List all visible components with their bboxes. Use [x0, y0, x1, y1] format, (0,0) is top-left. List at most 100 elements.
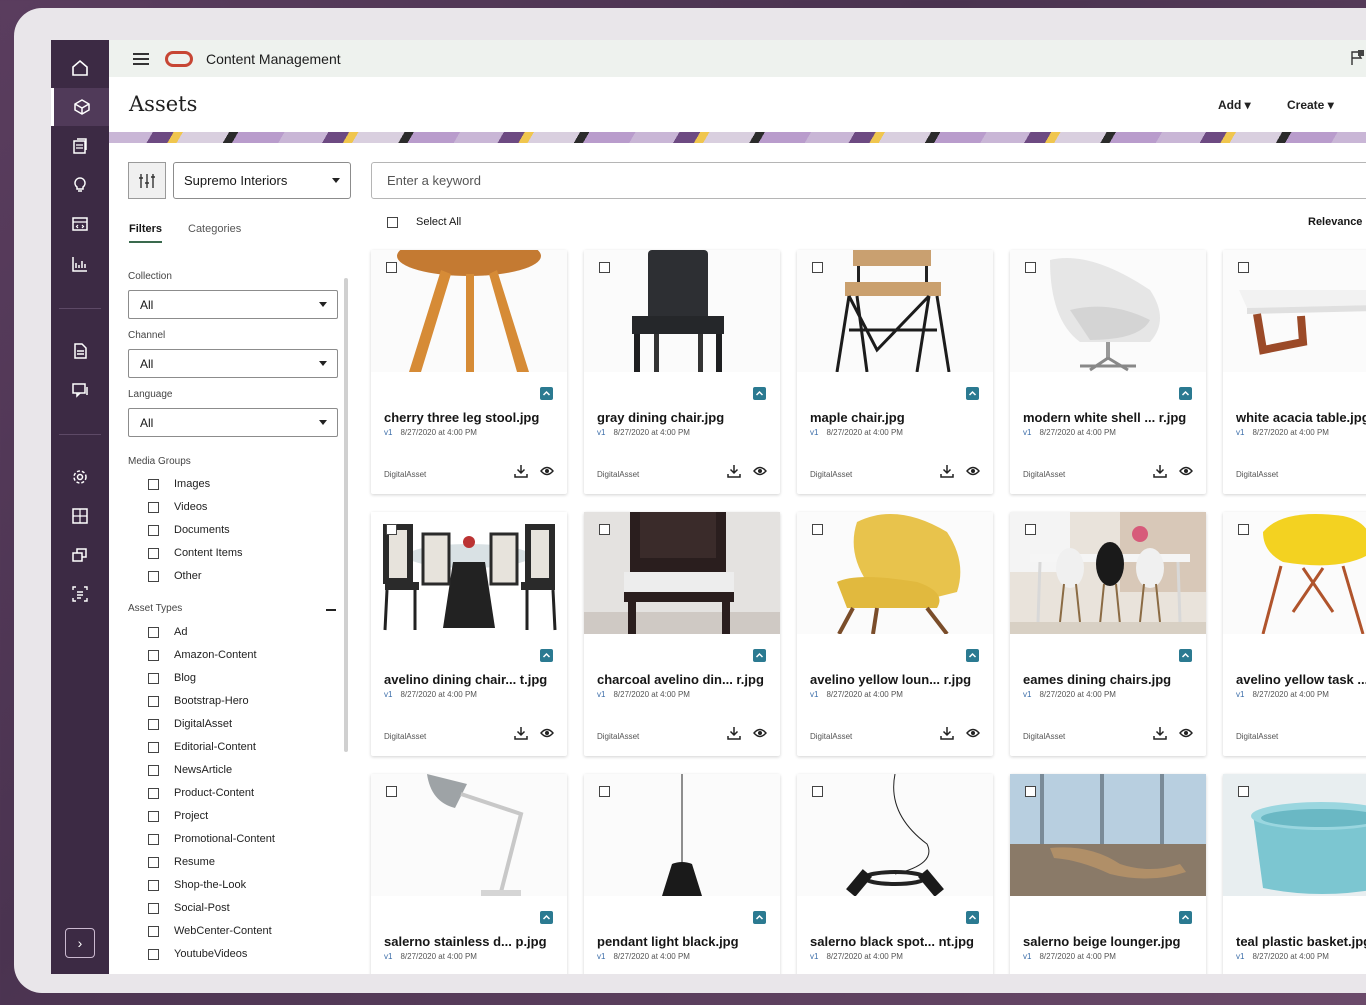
asset-checkbox[interactable]	[812, 262, 823, 273]
asset-card[interactable]: cherry three leg stool.jpg v1 8/27/2020 at…	[371, 250, 567, 494]
download-icon[interactable]	[1153, 464, 1167, 478]
asset-checkbox[interactable]	[1238, 262, 1249, 273]
asset-checkbox[interactable]	[386, 786, 397, 797]
channel-select[interactable]: All	[128, 349, 338, 378]
select-all-checkbox[interactable]	[387, 216, 398, 228]
asset-thumbnail[interactable]	[797, 512, 993, 634]
asset-card[interactable]: avelino yellow loun... r.jpg v1 8/27/2020 …	[797, 512, 993, 756]
asset-checkbox[interactable]	[1025, 786, 1036, 797]
download-icon[interactable]	[727, 726, 741, 740]
settings-icon[interactable]	[51, 458, 109, 496]
asset-type-option[interactable]: Amazon-Content	[148, 647, 257, 663]
checkbox[interactable]	[148, 787, 159, 799]
asset-type-option[interactable]: NewsArticle	[148, 762, 232, 778]
repository-select[interactable]: Supremo Interiors	[173, 162, 351, 199]
asset-type-option[interactable]: Resume	[148, 854, 215, 870]
select-all[interactable]: Select All	[387, 216, 461, 228]
asset-checkbox[interactable]	[386, 262, 397, 273]
download-icon[interactable]	[514, 726, 528, 740]
asset-thumbnail[interactable]	[797, 774, 993, 896]
analytics-icon[interactable]	[51, 245, 109, 283]
asset-type-option[interactable]: Bootstrap-Hero	[148, 693, 249, 709]
asset-name[interactable]: white acacia table.jpg	[1236, 410, 1366, 425]
asset-card[interactable]: pendant light black.jpg v1 8/27/2020 at 4:…	[584, 774, 780, 974]
media-group-option[interactable]: Videos	[148, 499, 207, 515]
assets-icon[interactable]	[51, 88, 109, 126]
checkbox[interactable]	[148, 570, 159, 582]
checkbox[interactable]	[148, 764, 159, 776]
checkbox[interactable]	[148, 524, 159, 536]
home-icon[interactable]	[51, 49, 109, 87]
asset-card[interactable]: salerno beige lounger.jpg v1 8/27/2020 at …	[1010, 774, 1206, 974]
media-group-option[interactable]: Content Items	[148, 545, 242, 561]
keyword-search-input[interactable]: Enter a keyword	[371, 162, 1366, 199]
asset-checkbox[interactable]	[599, 786, 610, 797]
download-icon[interactable]	[940, 726, 954, 740]
asset-card[interactable]: avelino dining chair... t.jpg v1 8/27/2020…	[371, 512, 567, 756]
checkbox[interactable]	[148, 856, 159, 868]
asset-type-option[interactable]: Shop-the-Look	[148, 877, 246, 893]
asset-card[interactable]: eames dining chairs.jpg v1 8/27/2020 at 4:…	[1010, 512, 1206, 756]
collection-select[interactable]: All	[128, 290, 338, 319]
asset-card[interactable]: salerno black spot... nt.jpg v1 8/27/2020 …	[797, 774, 993, 974]
checkbox[interactable]	[148, 833, 159, 845]
view-eye-icon[interactable]	[1179, 727, 1193, 739]
asset-name[interactable]: gray dining chair.jpg	[597, 410, 724, 425]
download-icon[interactable]	[940, 464, 954, 478]
checkbox[interactable]	[148, 501, 159, 513]
expand-rail-button[interactable]: ›	[65, 928, 95, 958]
asset-name[interactable]: salerno stainless d... p.jpg	[384, 934, 547, 949]
view-eye-icon[interactable]	[966, 727, 980, 739]
asset-name[interactable]: eames dining chairs.jpg	[1023, 672, 1171, 687]
asset-card[interactable]: charcoal avelino din... r.jpg v1 8/27/2020…	[584, 512, 780, 756]
asset-type-option[interactable]: WebCenter-Content	[148, 923, 272, 939]
checkbox[interactable]	[148, 948, 159, 960]
download-icon[interactable]	[514, 464, 528, 478]
asset-name[interactable]: modern white shell ... r.jpg	[1023, 410, 1186, 425]
asset-checkbox[interactable]	[1025, 262, 1036, 273]
lightbulb-icon[interactable]	[51, 166, 109, 204]
asset-card[interactable]: modern white shell ... r.jpg v1 8/27/2020 …	[1010, 250, 1206, 494]
asset-name[interactable]: avelino yellow loun... r.jpg	[810, 672, 971, 687]
notifications-flag-icon[interactable]	[1350, 50, 1364, 66]
checkbox[interactable]	[148, 879, 159, 891]
asset-name[interactable]: pendant light black.jpg	[597, 934, 739, 949]
documents-icon[interactable]	[51, 127, 109, 165]
asset-checkbox[interactable]	[386, 524, 397, 535]
collections-icon[interactable]	[51, 536, 109, 574]
media-group-option[interactable]: Documents	[148, 522, 230, 538]
checkbox[interactable]	[148, 695, 159, 707]
asset-type-option[interactable]: DigitalAsset	[148, 716, 232, 732]
filter-scrollbar[interactable]	[344, 278, 348, 752]
checkbox[interactable]	[148, 925, 159, 937]
view-eye-icon[interactable]	[753, 465, 767, 477]
asset-name[interactable]: maple chair.jpg	[810, 410, 905, 425]
sites-icon[interactable]	[51, 205, 109, 243]
asset-checkbox[interactable]	[812, 524, 823, 535]
asset-name[interactable]: avelino yellow task ...	[1236, 672, 1366, 687]
conversations-icon[interactable]	[51, 371, 109, 409]
asset-card[interactable]: avelino yellow task ... v1 8/27/2020 at 4:…	[1223, 512, 1366, 756]
asset-name[interactable]: salerno black spot... nt.jpg	[810, 934, 974, 949]
asset-name[interactable]: avelino dining chair... t.jpg	[384, 672, 547, 687]
hamburger-menu-icon[interactable]	[133, 52, 149, 65]
asset-type-option[interactable]: Product-Content	[148, 785, 254, 801]
view-eye-icon[interactable]	[1179, 465, 1193, 477]
media-group-option[interactable]: Other	[148, 568, 202, 584]
checkbox[interactable]	[148, 810, 159, 822]
filter-toggle-button[interactable]	[128, 162, 166, 199]
asset-type-option[interactable]: Ad	[148, 624, 187, 640]
view-eye-icon[interactable]	[540, 727, 554, 739]
asset-checkbox[interactable]	[1238, 524, 1249, 535]
checkbox[interactable]	[148, 902, 159, 914]
asset-thumbnail[interactable]	[371, 250, 567, 372]
asset-type-option[interactable]: Promotional-Content	[148, 831, 275, 847]
checkbox[interactable]	[148, 649, 159, 661]
asset-card[interactable]: gray dining chair.jpg v1 8/27/2020 at 4:00…	[584, 250, 780, 494]
asset-thumbnail[interactable]	[1010, 774, 1206, 896]
download-icon[interactable]	[727, 464, 741, 478]
asset-type-option[interactable]: Social-Post	[148, 900, 230, 916]
asset-thumbnail[interactable]	[1010, 512, 1206, 634]
content-icon[interactable]	[51, 332, 109, 370]
asset-thumbnail[interactable]	[1010, 250, 1206, 372]
